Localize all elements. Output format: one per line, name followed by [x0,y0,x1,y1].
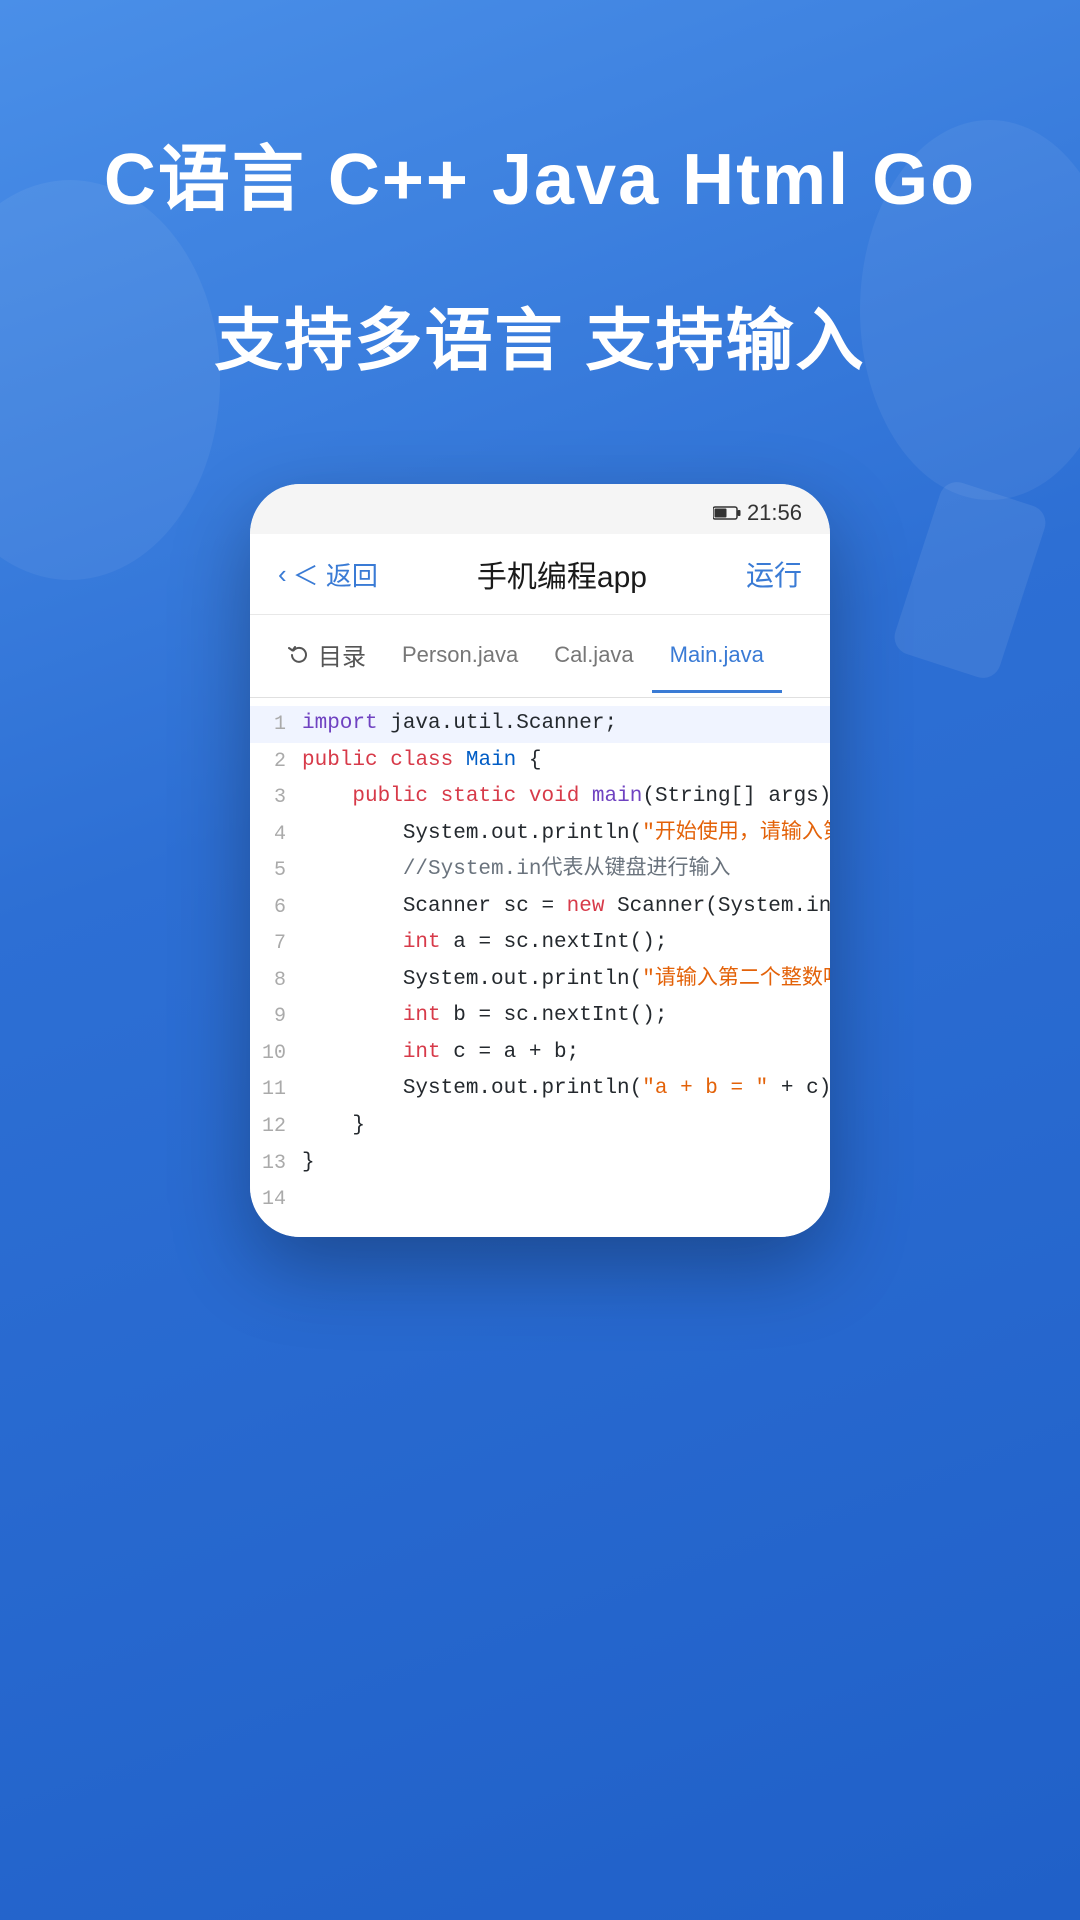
code-editor[interactable]: 1 import java.util.Scanner; 2 public cla… [250,698,830,1237]
code-line: 1 import java.util.Scanner; [250,706,830,743]
page-content: C语言 C++ Java Html Go 支持多语言 支持输入 21:56 ‹ … [0,0,1080,1920]
headline-langs: C语言 C++ Java Html Go [104,120,976,225]
code-content: 1 import java.util.Scanner; 2 public cla… [250,698,830,1237]
app-title: 手机编程app [477,552,647,596]
tab-person-java[interactable]: Person.java [384,620,536,693]
code-line: 9 int b = sc.nextInt(); [250,998,830,1035]
code-line: 6 Scanner sc = new Scanner(System.in); [250,889,830,926]
status-bar: 21:56 [250,484,830,534]
back-button[interactable]: ‹ ＜ 返回 [278,556,378,593]
code-line: 12 } [250,1108,830,1145]
status-time: 21:56 [747,500,802,526]
tab-directory-label: 目录 [318,637,366,672]
app-header: ‹ ＜ 返回 手机编程app 运行 [250,534,830,615]
tab-cal-java[interactable]: Cal.java [536,620,651,693]
back-chevron-icon: ‹ [278,559,287,590]
phone-mockup: 21:56 ‹ ＜ 返回 手机编程app 运行 目录 Person.java C… [250,484,830,1237]
code-line: 13 } [250,1145,830,1182]
code-line: 3 public static void main(String[] args)… [250,779,830,816]
code-line: 14 [250,1181,830,1217]
code-line: 7 int a = sc.nextInt(); [250,925,830,962]
tab-directory[interactable]: 目录 [270,615,384,697]
tab-main-java[interactable]: Main.java [652,620,782,693]
headline-sub: 支持多语言 支持输入 [215,285,866,384]
code-line: 11 System.out.println("a + b = " + c); [250,1071,830,1108]
tabs-bar: 目录 Person.java Cal.java Main.java [250,615,830,698]
run-button[interactable]: 运行 [746,554,802,594]
code-line: 10 int c = a + b; [250,1035,830,1072]
code-line: 2 public class Main { [250,743,830,780]
code-line: 4 System.out.println("开始使用，请输入第一个整数吧。"); [250,816,830,853]
back-label: ＜ 返回 [293,556,378,593]
code-line: 8 System.out.println("请输入第二个整数吧。"); [250,962,830,999]
code-line: 5 //System.in代表从键盘进行输入 [250,852,830,889]
battery-icon [713,505,741,521]
refresh-icon [288,644,310,666]
